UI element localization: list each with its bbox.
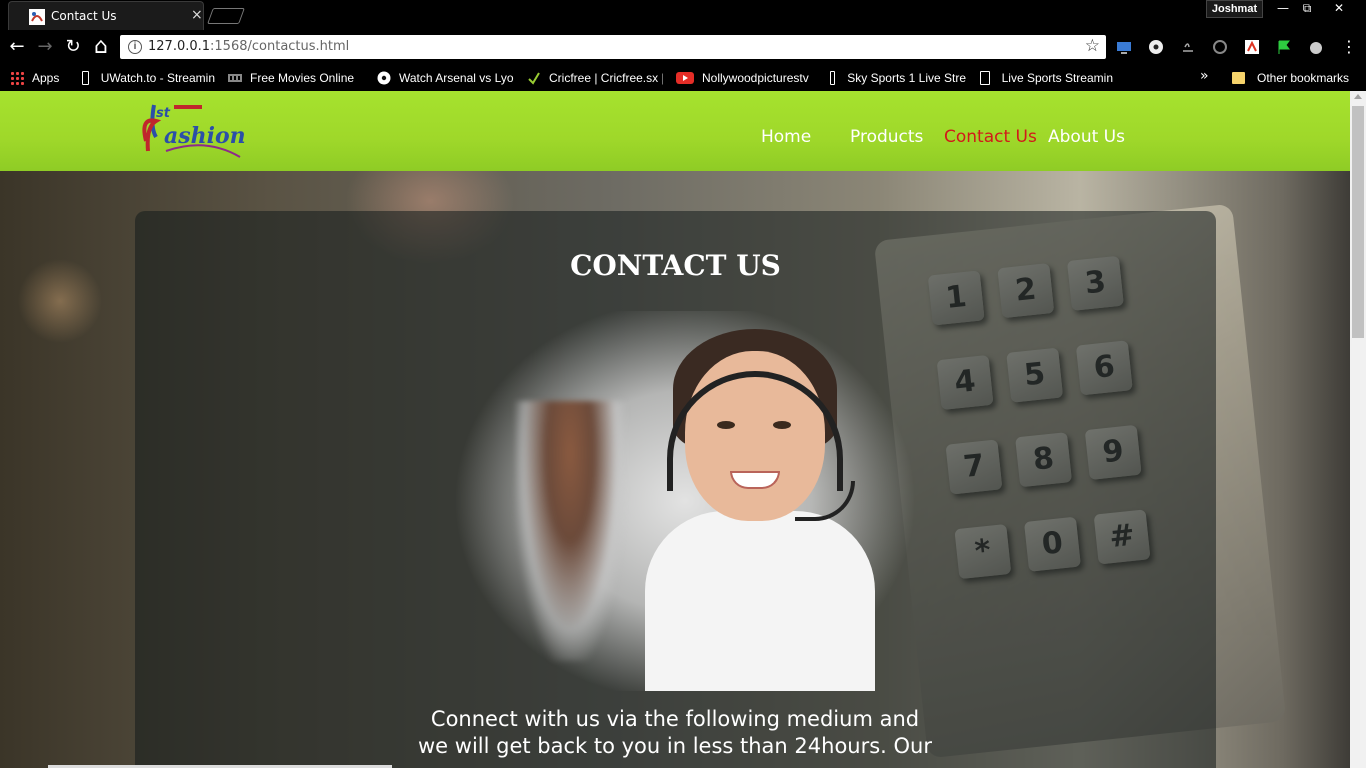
bookmarks-bar: Apps UWatch.to - Streamin Free Movies On…	[0, 64, 1366, 91]
tab-strip: Contact Us × Joshmat — ⧉ ✕	[0, 0, 1366, 30]
bookmark-label: Free Movies Online	[250, 71, 355, 85]
bookmark-label: Cricfree | Cricfree.sx |	[549, 71, 663, 85]
page-icon	[830, 71, 836, 85]
bookmark-uwatch[interactable]: UWatch.to - Streamin	[80, 68, 215, 88]
contact-description: Connect with us via the following medium…	[418, 707, 932, 758]
tab-close-icon[interactable]: ×	[191, 7, 203, 23]
page-viewport: st ashion Home Products Contact Us About…	[0, 91, 1350, 768]
url-path: :1568/contactus.html	[210, 39, 350, 54]
back-icon[interactable]: ←	[6, 36, 28, 58]
background-agent	[515, 401, 625, 661]
url-host: 127.0.0.1	[148, 39, 211, 54]
pdf-extension-icon[interactable]	[1244, 39, 1260, 55]
bookmark-cricfree[interactable]: Cricfree | Cricfree.sx |	[527, 68, 663, 88]
site-header: st ashion Home Products Contact Us About…	[0, 91, 1350, 171]
java-extension-icon[interactable]	[1180, 39, 1196, 55]
new-tab-button[interactable]	[207, 8, 245, 24]
bookmark-apps[interactable]: Apps	[10, 68, 59, 88]
page-icon	[980, 71, 990, 85]
microphone-icon	[795, 481, 855, 521]
bookmark-label: Nollywoodpicturestv	[702, 71, 809, 85]
bookmark-free-movies[interactable]: Free Movies Online	[228, 68, 363, 88]
info-icon[interactable]: i	[128, 40, 142, 54]
scroll-thumb[interactable]	[1352, 106, 1364, 338]
apps-grid-icon	[10, 71, 24, 85]
browser-tab[interactable]: Contact Us ×	[8, 1, 204, 30]
cloud-extension-icon[interactable]	[1308, 39, 1324, 55]
contact-card: CONTACT US Connect with us via the follo…	[135, 211, 1216, 768]
monitor-extension-icon[interactable]	[1116, 39, 1132, 55]
svg-text:st: st	[156, 106, 171, 121]
vertical-scrollbar[interactable]	[1350, 91, 1366, 768]
check-icon	[528, 72, 540, 85]
soccer-extension-icon[interactable]	[1148, 39, 1164, 55]
menu-icon[interactable]: ⋮	[1338, 36, 1360, 58]
film-icon	[228, 74, 242, 82]
bookmark-label: Sky Sports 1 Live Stre	[847, 71, 966, 85]
flag-extension-icon[interactable]	[1276, 39, 1292, 55]
bookmark-star-icon[interactable]: ☆	[1085, 36, 1100, 56]
bookmark-label: Live Sports Streamin	[1001, 71, 1113, 85]
soccer-icon	[377, 71, 391, 85]
bookmark-other[interactable]: Other bookmarks	[1232, 68, 1349, 88]
bookmark-sky-sports[interactable]: Sky Sports 1 Live Stre	[828, 68, 966, 88]
bookmark-label: UWatch.to - Streamin	[100, 71, 215, 85]
scroll-up-icon[interactable]	[1354, 94, 1362, 99]
forward-icon[interactable]: →	[34, 36, 56, 58]
page-icon	[82, 71, 89, 85]
bookmark-label: Other bookmarks	[1257, 71, 1350, 85]
bookmark-live-sports[interactable]: Live Sports Streamin	[978, 68, 1113, 88]
url-text: 127.0.0.1:1568/contactus.html	[148, 39, 349, 54]
bookmark-label: Watch Arsenal vs Lyo	[399, 71, 514, 85]
minimize-button[interactable]: —	[1270, 0, 1296, 18]
restore-button[interactable]: ⧉	[1294, 0, 1320, 18]
nav-products-link[interactable]: Products	[850, 127, 923, 147]
bookmark-label: Apps	[32, 71, 60, 85]
nav-about-link[interactable]: About Us	[1048, 127, 1125, 147]
call-center-agent-image	[455, 311, 915, 691]
folder-icon	[1232, 72, 1245, 84]
reload-icon[interactable]: ↻	[62, 36, 84, 58]
page-title: CONTACT US	[570, 249, 781, 282]
tab-title: Contact Us	[51, 9, 117, 23]
site-favicon-icon	[29, 9, 45, 25]
nav-home-link[interactable]: Home	[761, 127, 811, 147]
sync-extension-icon[interactable]	[1212, 39, 1228, 55]
site-logo[interactable]: st ashion	[136, 97, 246, 163]
browser-toolbar: ← → ↻ ⌂ i 127.0.0.1:1568/contactus.html …	[0, 30, 1366, 64]
hero-background: 1 2 3 4 5 6 7 8 9 * 0 # CONTACT US	[0, 171, 1350, 768]
home-icon[interactable]: ⌂	[90, 36, 112, 58]
agent-shirt	[645, 511, 875, 691]
address-bar[interactable]: i 127.0.0.1:1568/contactus.html ☆	[120, 35, 1106, 59]
youtube-icon	[676, 72, 694, 84]
more-bookmarks-icon[interactable]: »	[1200, 68, 1209, 84]
nav-contact-link[interactable]: Contact Us	[944, 127, 1037, 147]
profile-button[interactable]: Joshmat	[1206, 0, 1263, 18]
bookmark-nollywood[interactable]: Nollywoodpicturestv	[676, 68, 816, 88]
bookmark-arsenal[interactable]: Watch Arsenal vs Lyo	[377, 68, 515, 88]
close-window-button[interactable]: ✕	[1326, 0, 1352, 18]
